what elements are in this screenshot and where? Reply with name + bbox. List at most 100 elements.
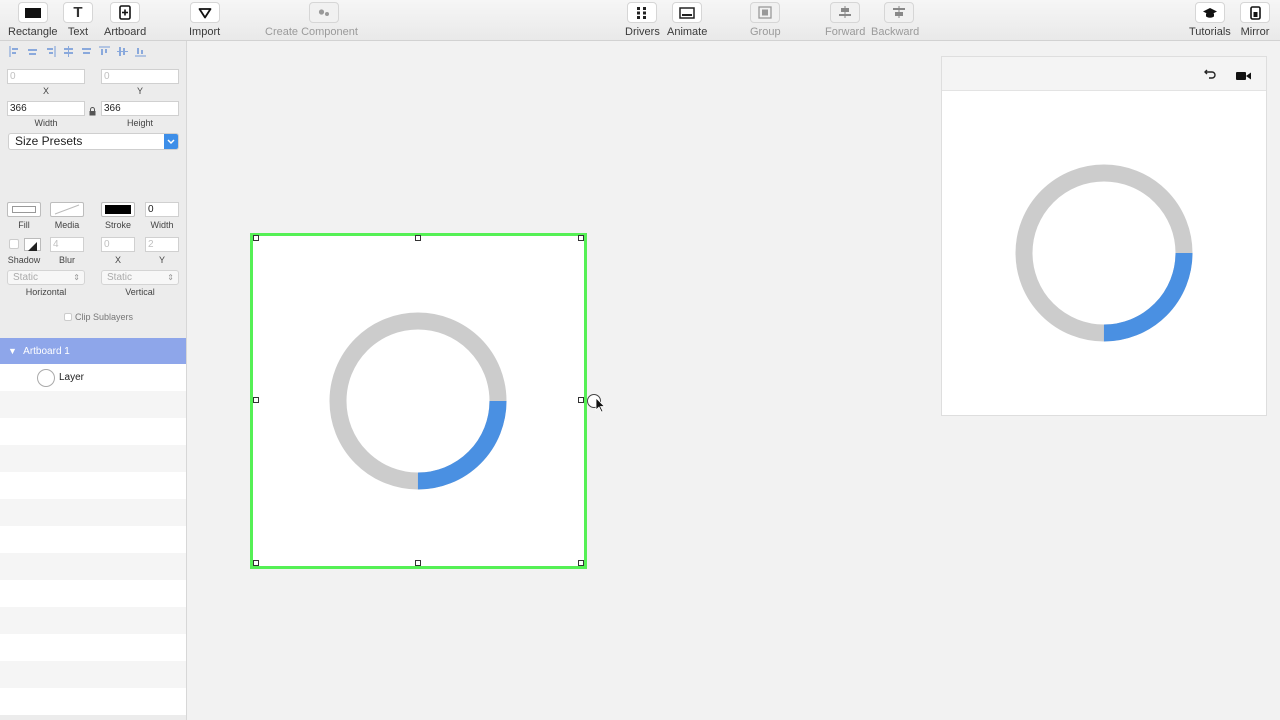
preview-window [941, 56, 1267, 416]
horizontal-constraint-select[interactable]: Static ⇕ [7, 270, 85, 285]
create-component-button[interactable]: Create Component [265, 2, 358, 38]
x-label: X [42, 86, 49, 96]
stroke-width-field[interactable] [145, 202, 179, 217]
preview-toolbar [942, 57, 1266, 91]
animate-label: Animate [667, 26, 708, 38]
resize-handle-left[interactable] [253, 397, 259, 403]
media-swatch[interactable] [50, 202, 84, 217]
height-field[interactable] [101, 101, 179, 116]
distribute-equal-icon[interactable] [80, 45, 93, 58]
backward-icon [884, 2, 915, 23]
shadow-x-field[interactable] [101, 237, 135, 252]
animate-icon [672, 2, 703, 23]
shadow-color-swatch[interactable] [24, 238, 41, 251]
chevron-down-icon [164, 134, 178, 149]
empty-layer-row [0, 391, 186, 418]
layer-label: Layer [59, 372, 85, 383]
clip-sublayers-label: Clip Sublayers [75, 312, 134, 322]
align-left-icon[interactable] [8, 45, 21, 58]
distribute-horizontal-icon[interactable] [62, 45, 75, 58]
graduation-cap-icon [1194, 2, 1225, 23]
width-label: Width [34, 118, 58, 128]
size-presets-label: Size Presets [15, 134, 83, 148]
resize-handle-bottom-right[interactable] [578, 560, 584, 566]
artboard-tool-button[interactable]: Artboard [104, 2, 146, 38]
forward-icon [830, 2, 861, 23]
artboard-canvas[interactable] [250, 233, 587, 569]
vertical-constraint-select[interactable]: Static ⇕ [101, 270, 179, 285]
preview-progress-ring [1015, 164, 1193, 342]
artboard-layer-label: Artboard 1 [23, 346, 70, 357]
artboard-icon [110, 2, 141, 23]
empty-layer-row [0, 580, 186, 607]
mouse-cursor-icon [595, 397, 606, 418]
height-label: Height [126, 118, 153, 128]
shadow-y-field[interactable] [145, 237, 179, 252]
alignment-toolbar [8, 45, 147, 58]
resize-handle-top[interactable] [415, 235, 421, 241]
drivers-button[interactable]: Drivers [625, 2, 660, 38]
y-position-field[interactable] [101, 69, 179, 84]
stroke-label: Stroke [104, 220, 131, 230]
tutorials-button[interactable]: Tutorials [1189, 2, 1231, 38]
import-button[interactable]: Import [189, 2, 220, 38]
media-label: Media [54, 220, 80, 230]
width-field[interactable] [7, 101, 85, 116]
gears-icon [309, 2, 340, 23]
align-middle-vertical-icon[interactable] [116, 45, 129, 58]
mirror-icon [1240, 2, 1270, 23]
empty-layer-row [0, 472, 186, 499]
toolbar: Rectangle T Text Artboard Import Create … [0, 0, 1280, 41]
resize-handle-bottom-left[interactable] [253, 560, 259, 566]
text-label: Text [67, 26, 89, 38]
resize-handle-top-left[interactable] [253, 235, 259, 241]
empty-layer-row [0, 499, 186, 526]
empty-layer-row [0, 445, 186, 472]
text-tool-button[interactable]: T Text [63, 2, 93, 38]
stroke-width-label: Width [150, 220, 174, 230]
align-top-icon[interactable] [98, 45, 111, 58]
tutorials-label: Tutorials [1189, 26, 1231, 38]
resize-handle-bottom[interactable] [415, 560, 421, 566]
forward-button[interactable]: Forward [825, 2, 865, 38]
empty-layer-row [0, 526, 186, 553]
x-position-field[interactable] [7, 69, 85, 84]
align-bottom-icon[interactable] [134, 45, 147, 58]
rectangle-tool-button[interactable]: Rectangle [8, 2, 58, 38]
group-button[interactable]: Group [750, 2, 781, 38]
drivers-icon [627, 2, 658, 23]
shadow-y-label: Y [158, 255, 165, 265]
align-right-icon[interactable] [44, 45, 57, 58]
resize-handle-right[interactable] [578, 397, 584, 403]
resize-handle-top-right[interactable] [578, 235, 584, 241]
clip-sublayers-checkbox[interactable] [64, 313, 72, 321]
size-presets-select[interactable]: Size Presets [8, 133, 179, 150]
group-icon [750, 2, 781, 23]
shadow-checkbox[interactable] [9, 239, 19, 249]
artboard-label: Artboard [104, 26, 147, 38]
mirror-button[interactable]: Mirror [1240, 2, 1270, 38]
rectangle-icon [17, 2, 48, 23]
stroke-swatch[interactable] [101, 202, 135, 217]
lock-icon[interactable] [89, 103, 96, 121]
vertical-value: Static [107, 272, 133, 283]
video-camera-icon[interactable] [1236, 68, 1252, 86]
fill-swatch[interactable] [7, 202, 41, 217]
undo-icon[interactable] [1203, 66, 1217, 85]
group-label: Group [750, 26, 781, 38]
backward-button[interactable]: Backward [871, 2, 919, 38]
empty-layer-row [0, 634, 186, 661]
empty-layer-row [0, 607, 186, 634]
fill-label: Fill [18, 220, 30, 230]
layer-artboard-1[interactable]: ▼ Artboard 1 [0, 338, 186, 364]
align-center-horizontal-icon[interactable] [26, 45, 39, 58]
blur-field[interactable] [50, 237, 84, 252]
import-label: Import [189, 26, 221, 38]
backward-label: Backward [871, 26, 920, 38]
progress-ring[interactable] [253, 236, 584, 566]
animate-button[interactable]: Animate [667, 2, 707, 38]
disclosure-triangle-icon[interactable]: ▼ [8, 346, 17, 356]
layer-row[interactable]: Layer [0, 364, 186, 391]
horizontal-value: Static [13, 272, 39, 283]
rectangle-label: Rectangle [8, 26, 58, 38]
